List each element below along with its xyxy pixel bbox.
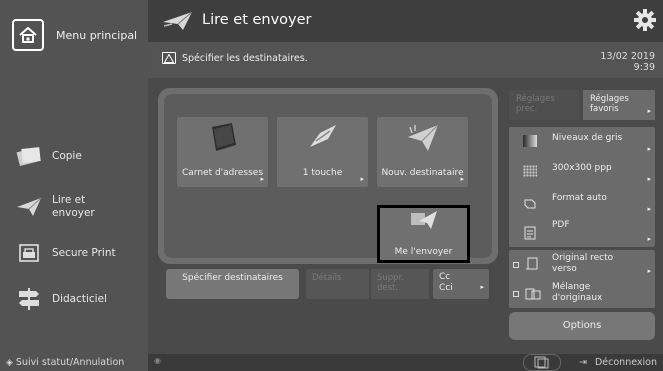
status-icon: ◈ [6,357,13,368]
file-format-label: PDF [552,220,570,230]
favorite-settings-label: Réglages favoris [590,94,629,114]
details-button[interactable]: Détails [306,269,369,299]
selection-highlight [377,205,470,263]
destination-panel: Carnet d'adresses ▸ 1 touche ▸ Nouv. des… [158,88,498,264]
sidebar-item-didacticiel[interactable]: Didacticiel [0,277,148,321]
arrow-icon: ▸ [460,175,464,183]
sidebar-item-label: Secure Print [52,246,116,259]
scan-send-icon [14,194,44,220]
address-book-button[interactable]: Carnet d'adresses ▸ [177,117,268,187]
time-label: 9:39 [633,62,655,73]
specify-destinations-button[interactable]: Spécifier destinataires [166,269,299,299]
status-cancel-button[interactable]: ◈ Suivi statut/Annulation [0,354,148,371]
page-title: Lire et envoyer [202,12,312,28]
secure-print-icon [14,240,44,266]
sidebar-item-label: Copie [52,149,82,162]
copy-icon [14,143,44,169]
status-dot-icon: ◉ [154,356,161,365]
cc-label: Cc Cci [439,272,453,293]
original-settings-group: Original recto verso ▸ Mélange d'origina… [509,250,655,308]
sidebar: Menu principal Copie Lire et envoyer Sec… [0,0,148,371]
previous-settings-label: Réglages prec. [516,94,555,114]
arrow-icon: ▸ [260,175,264,183]
grayscale-icon [523,135,537,147]
favorite-settings-tab[interactable]: Réglages favoris ▸ [583,90,655,120]
one-touch-button[interactable]: 1 touche ▸ [277,117,368,187]
duplex-icon [525,256,539,270]
delete-destination-button[interactable]: Suppr. dest. [371,269,429,299]
logout-icon: ⇥ [578,357,587,368]
mixed-originals-button[interactable]: Mélange d'originaux [509,279,655,308]
previous-settings-tab[interactable]: Réglages prec. [509,90,579,120]
resolution-icon [523,165,537,177]
settings-column: Réglages prec. Réglages favoris ▸ Niveau… [501,78,663,354]
destination-panel-inner: Carnet d'adresses ▸ 1 touche ▸ Nouv. des… [164,94,492,263]
duplex-original-button[interactable]: Original recto verso ▸ [509,250,655,279]
logout-label: Déconnexion [594,357,657,368]
mixed-originals-label: Mélange d'originaux [552,282,603,303]
checkbox-icon [513,291,519,297]
arrow-icon: ▸ [647,205,651,213]
gear-icon[interactable] [633,8,657,36]
sidebar-item-label: Didacticiel [52,292,107,305]
arrow-icon: ▸ [647,267,651,275]
duplex-original-label: Original recto verso [552,253,614,274]
main-area: Carnet d'adresses ▸ 1 touche ▸ Nouv. des… [148,78,663,354]
scan-size-icon [523,195,537,209]
tutorial-icon [14,286,44,312]
checkbox-icon [513,262,519,268]
home-button[interactable]: Menu principal [0,8,148,62]
home-icon [12,19,44,51]
sidebar-item-secure-print[interactable]: Secure Print [0,231,148,275]
arrow-icon: ▸ [647,107,651,115]
scan-size-button[interactable]: Format auto ▸ [509,187,655,217]
date-label: 13/02 2019 [600,51,655,62]
resolution-button[interactable]: 300x300 ppp ▸ [509,157,655,187]
tile-label: Carnet d'adresses [181,168,264,178]
instruction-message: Spécifier les destinataires. [182,53,308,64]
scan-size-label: Format auto [552,193,607,203]
tile-label: Nouv. destinataire [381,168,464,178]
device-screen: Menu principal Copie Lire et envoyer Sec… [0,0,663,371]
file-format-button[interactable]: PDF ▸ [509,217,655,247]
delete-label: Suppr. dest. [377,273,404,293]
warning-icon [162,52,176,64]
mixed-originals-icon [525,286,541,300]
scan-settings-group: Niveaux de gris ▸ 300x300 ppp ▸ Format a… [509,127,655,247]
help-button[interactable] [523,354,561,371]
color-mode-label: Niveaux de gris [552,133,623,143]
tile-label: 1 touche [302,168,343,178]
header: Lire et envoyer [148,0,663,42]
date-time: 13/02 2019 9:39 [600,51,655,73]
logout-button[interactable]: ⇥ Déconnexion [579,357,657,368]
new-destination-icon [406,123,440,157]
file-format-icon [523,225,537,240]
address-book-icon [206,123,240,157]
sidebar-item-lire-envoyer[interactable]: Lire et envoyer [0,185,148,229]
resolution-label: 300x300 ppp [552,163,612,173]
arrow-icon: ▸ [360,175,364,183]
sidebar-item-label: Lire et envoyer [52,194,95,219]
details-label: Détails [312,273,342,283]
options-button[interactable]: Options [509,312,655,340]
arrow-icon: ▸ [647,175,651,183]
arrow-icon: ▸ [647,235,651,243]
home-label: Menu principal [56,28,138,42]
arrow-icon: ▸ [480,283,484,291]
arrow-icon: ▸ [647,145,651,153]
cc-bcc-button[interactable]: Cc Cci ▸ [433,269,489,299]
new-destination-button[interactable]: Nouv. destinataire ▸ [377,117,468,187]
message-bar: Spécifier les destinataires. 13/02 2019 … [148,42,663,78]
scan-send-icon [162,10,194,36]
sidebar-item-copie[interactable]: Copie [0,134,148,178]
one-touch-icon [306,123,340,155]
status-label: Suivi statut/Annulation [15,357,125,368]
bottom-bar: ◉ ⇥ Déconnexion [148,354,663,371]
color-mode-button[interactable]: Niveaux de gris ▸ [509,127,655,157]
